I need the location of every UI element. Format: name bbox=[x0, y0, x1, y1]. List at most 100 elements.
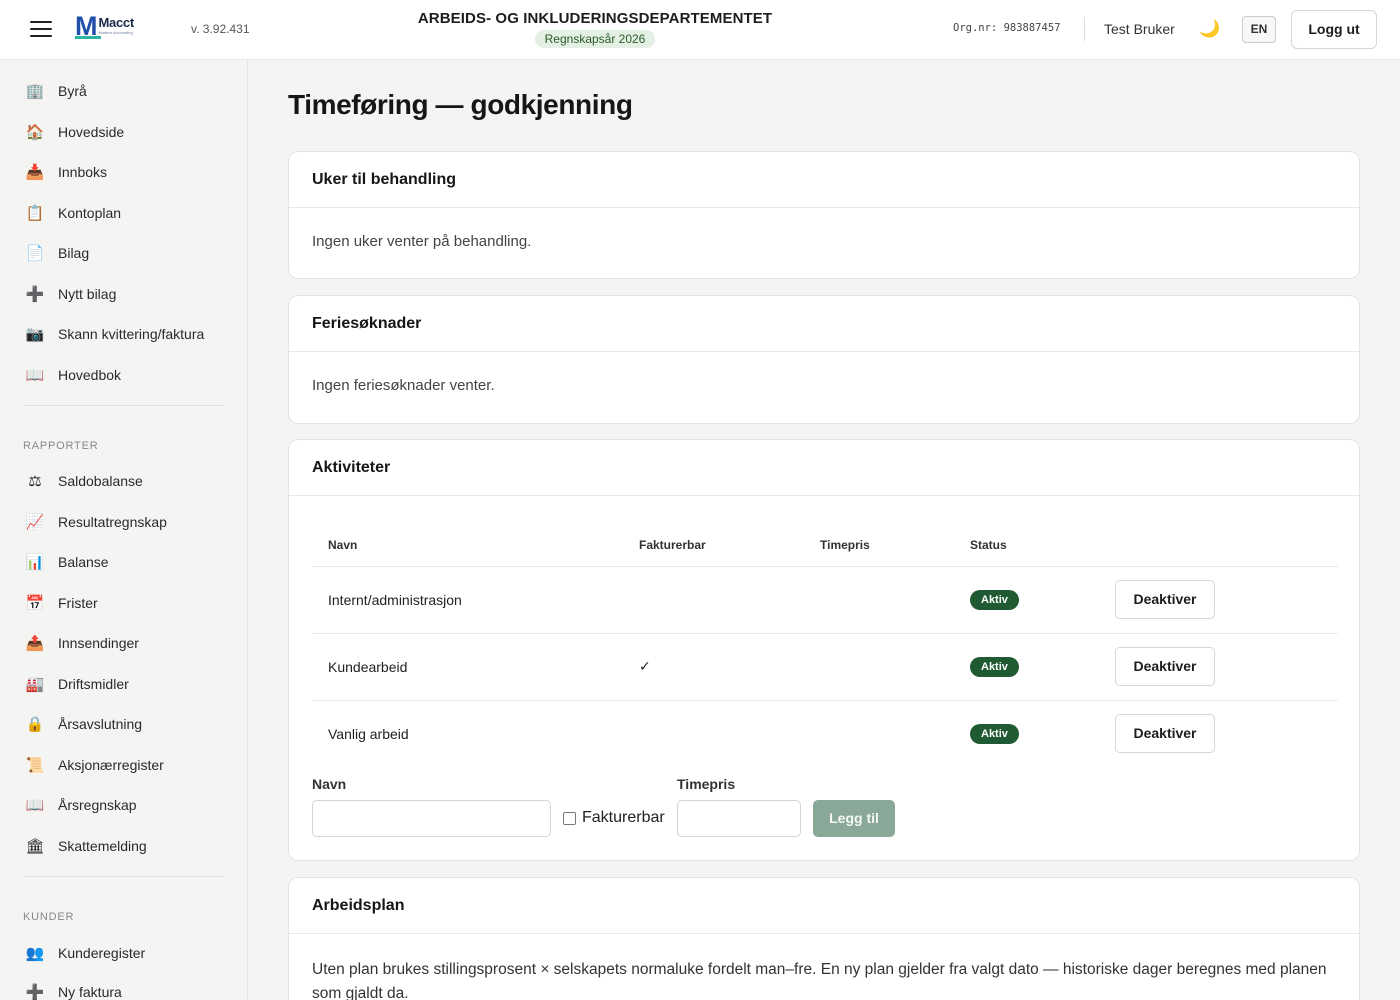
activity-name-input[interactable] bbox=[312, 800, 551, 837]
sidebar-item-label: Hovedside bbox=[58, 123, 125, 140]
organization-name: ARBEIDS- OG INKLUDERINGSDEPARTEMENTET bbox=[417, 10, 773, 27]
vacation-card: Feriesøknader Ingen feriesøknader venter… bbox=[288, 295, 1360, 424]
sidebar-item-label: Balanse bbox=[58, 554, 109, 570]
organization-info: ARBEIDS- OG INKLUDERINGSDEPARTEMENTET Re… bbox=[395, 10, 795, 48]
deactivate-button[interactable]: Deaktiver bbox=[1115, 580, 1215, 619]
sidebar-item[interactable]: 📖 Årsregnskap bbox=[0, 788, 247, 822]
deactivate-button[interactable]: Deaktiver bbox=[1115, 647, 1215, 686]
logo-tagline: Modern Accounting bbox=[98, 30, 133, 35]
column-header-name[interactable]: Navn bbox=[312, 524, 623, 567]
version-label: v. 3.92.431 bbox=[191, 22, 250, 36]
action-cell: Deaktiver bbox=[1099, 566, 1338, 634]
weeks-card-title: Uker til behandling bbox=[312, 170, 457, 188]
factory-icon: 🏭 bbox=[25, 675, 45, 693]
work-plan-card: Arbeidsplan Uten plan brukes stillingspr… bbox=[288, 877, 1360, 1000]
sidebar-item[interactable]: 📊 Balanse bbox=[0, 545, 247, 579]
weeks-empty-message: Ingen uker venter på behandling. bbox=[312, 233, 532, 250]
table-header-row: Navn Fakturerbar Timepris Status bbox=[312, 524, 1338, 567]
vacation-empty-message: Ingen feriesøknader venter. bbox=[312, 377, 495, 394]
billable-checkbox-group[interactable]: Fakturerbar bbox=[563, 809, 665, 827]
sidebar-item-label: Kontoplan bbox=[58, 204, 122, 221]
section-heading-customers: KUNDER bbox=[23, 911, 75, 923]
sidebar-item-label: Byrå bbox=[58, 83, 87, 99]
logo-name: Macct bbox=[98, 15, 135, 30]
logo-underline bbox=[75, 36, 101, 39]
sidebar-item-label: Frister bbox=[58, 594, 98, 611]
weeks-card: Uker til behandling Ingen uker venter på… bbox=[288, 151, 1360, 279]
bar-chart-icon: 📊 bbox=[25, 554, 45, 571]
hourly-rate-input[interactable] bbox=[677, 800, 801, 837]
sidebar-item[interactable]: 🏢 Byrå bbox=[0, 74, 247, 108]
column-header-rate[interactable]: Timepris bbox=[804, 524, 954, 567]
table-row: Vanlig arbeid Aktiv Deaktiver bbox=[312, 700, 1338, 767]
sidebar-item[interactable]: 📜 Aksjonærregister bbox=[0, 748, 247, 782]
status-cell: Aktiv bbox=[954, 633, 1099, 701]
billable-cell bbox=[623, 566, 804, 634]
org-number: Org.nr: 983887457 bbox=[953, 22, 1061, 34]
sidebar-item[interactable]: 🏭 Driftsmidler bbox=[0, 667, 247, 701]
action-cell: Deaktiver bbox=[1099, 633, 1338, 701]
hourly-rate-cell bbox=[804, 700, 954, 767]
clipboard-icon: 📋 bbox=[25, 204, 45, 222]
column-header-actions bbox=[1099, 524, 1338, 567]
activity-name-cell: Kundearbeid bbox=[312, 633, 623, 701]
menu-icon[interactable] bbox=[30, 21, 52, 39]
sidebar-divider bbox=[23, 405, 224, 406]
language-button[interactable]: EN bbox=[1242, 16, 1276, 43]
column-header-billable[interactable]: Fakturerbar bbox=[623, 524, 804, 567]
column-header-status[interactable]: Status bbox=[954, 524, 1099, 567]
add-activity-button[interactable]: Legg til bbox=[813, 800, 895, 837]
logo[interactable]: M Macct Modern Accounting bbox=[75, 13, 135, 40]
header-divider bbox=[1084, 17, 1085, 41]
sidebar-item[interactable]: 📷 Skann kvittering/faktura bbox=[0, 317, 247, 351]
sidebar-item-label: Driftsmidler bbox=[58, 675, 129, 692]
sidebar-item[interactable]: 📅 Frister bbox=[0, 586, 247, 620]
sidebar-item[interactable]: 📋 Kontoplan bbox=[0, 196, 247, 230]
vacation-card-title: Feriesøknader bbox=[312, 314, 422, 332]
deactivate-button[interactable]: Deaktiver bbox=[1115, 714, 1215, 754]
activity-name-cell: Internt/administrasjon bbox=[312, 566, 623, 634]
sidebar-item-label: Årsregnskap bbox=[58, 797, 137, 813]
home-icon: 🏠 bbox=[25, 123, 45, 141]
billable-cell bbox=[623, 700, 804, 767]
sidebar-item-label: Aksjonærregister bbox=[58, 756, 164, 773]
sidebar-item[interactable]: ⚖ Saldobalanse bbox=[0, 464, 247, 498]
activities-card: Aktiviteter Navn Fakturerbar Timepris St… bbox=[288, 439, 1360, 861]
billable-checkbox-label[interactable]: Fakturerbar bbox=[582, 809, 665, 827]
billable-cell: ✓ bbox=[623, 633, 804, 701]
status-badge: Aktiv bbox=[970, 589, 1019, 610]
sidebar-item[interactable]: ➕ Ny faktura bbox=[0, 975, 247, 1000]
sidebar-item-label: Resultatregnskap bbox=[58, 513, 167, 530]
sidebar-item[interactable]: 📖 Hovedbok bbox=[0, 358, 247, 392]
billable-checkbox[interactable] bbox=[563, 811, 576, 825]
logout-button[interactable]: Logg ut bbox=[1291, 10, 1377, 49]
table-row: Internt/administrasjon Aktiv Deaktiver bbox=[312, 566, 1338, 634]
sidebar-item[interactable]: 👥 Kunderegister bbox=[0, 936, 247, 970]
sidebar-item-label: Ny faktura bbox=[58, 984, 122, 1000]
sidebar-item[interactable]: 🔒 Årsavslutning bbox=[0, 707, 247, 741]
rate-label: Timepris bbox=[677, 776, 736, 792]
sidebar-item-label: Hovedbok bbox=[58, 366, 122, 383]
moon-icon[interactable]: 🌙 bbox=[1199, 19, 1220, 39]
sidebar-item[interactable]: 🏛 Skattemelding bbox=[0, 829, 247, 863]
sidebar-item[interactable]: 📄 Bilag bbox=[0, 236, 247, 270]
fiscal-year-badge[interactable]: Regnskapsår 2026 bbox=[534, 30, 656, 48]
sidebar-divider bbox=[23, 876, 224, 877]
sidebar-item[interactable]: 📤 Innsendinger bbox=[0, 626, 247, 660]
sidebar-item[interactable]: ➕ Nytt bilag bbox=[0, 277, 247, 311]
sidebar-item[interactable]: 📈 Resultatregnskap bbox=[0, 505, 247, 539]
calendar-icon: 📅 bbox=[25, 594, 45, 612]
activities-table: Navn Fakturerbar Timepris Status Internt… bbox=[312, 524, 1338, 767]
status-cell: Aktiv bbox=[954, 566, 1099, 634]
sidebar-item-label: Kunderegister bbox=[58, 945, 146, 961]
sidebar-item[interactable]: 🏠 Hovedside bbox=[0, 115, 247, 149]
bank-icon: 🏛 bbox=[25, 837, 45, 855]
user-name: Test Bruker bbox=[1104, 21, 1175, 37]
outbox-icon: 📤 bbox=[25, 635, 45, 652]
name-label: Navn bbox=[312, 776, 347, 792]
sidebar-item-label: Bilag bbox=[58, 245, 90, 261]
sidebar-item[interactable]: 📥 Innboks bbox=[0, 155, 247, 189]
book-icon: 📖 bbox=[25, 366, 45, 384]
chart-up-icon: 📈 bbox=[25, 513, 45, 531]
activity-name-cell: Vanlig arbeid bbox=[328, 725, 409, 742]
